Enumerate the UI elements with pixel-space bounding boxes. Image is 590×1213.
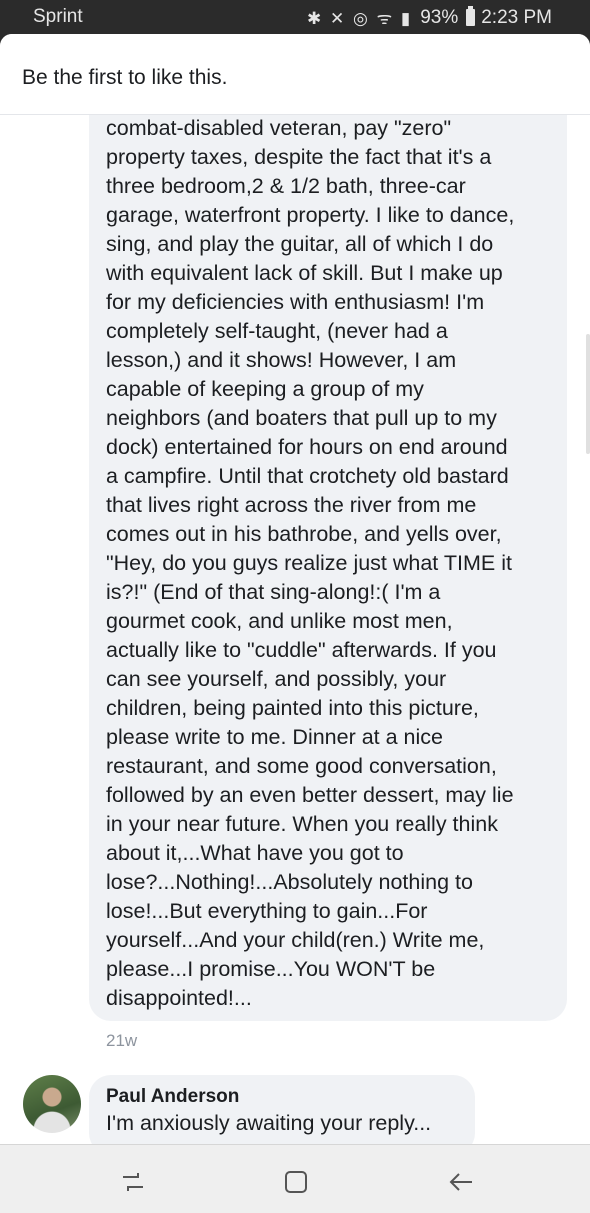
comment-line: combat-disabled veteran, pay "zero" bbox=[106, 116, 452, 140]
status-icons: ✱ ✕ ◎ ᯤ ▮ bbox=[307, 6, 412, 29]
likes-header[interactable]: Be the first to like this. bbox=[0, 34, 590, 115]
status-indicators: ✱ ✕ ◎ ᯤ ▮ 93% 2:23 PM bbox=[307, 6, 552, 29]
comment-line: capable of keeping a group of my bbox=[106, 377, 424, 401]
comment-line: yourself...And your child(ren.) Write me… bbox=[106, 928, 485, 952]
comment-line: followed by an even better dessert, may … bbox=[106, 783, 514, 807]
comment-line: can see yourself, and possibly, your bbox=[106, 667, 447, 691]
comment-line: property taxes, despite the fact that it… bbox=[106, 145, 492, 169]
comments-sheet: Be the first to like this. combat-disabl… bbox=[0, 34, 590, 1144]
comment-line: children, being painted into this pictur… bbox=[106, 696, 479, 720]
comment-line: please write to me. Dinner at a nice bbox=[106, 725, 443, 749]
comment-line: in your near future. When you really thi… bbox=[106, 812, 498, 836]
bluetooth-icon: ✱ bbox=[307, 9, 324, 28]
navigation-bar bbox=[0, 1144, 590, 1213]
scroll-indicator[interactable] bbox=[586, 334, 590, 454]
home-icon[interactable] bbox=[281, 1167, 311, 1197]
comment-line: about it,...What have you got to bbox=[106, 841, 404, 865]
comment-line: gourmet cook, and unlike most men, bbox=[106, 609, 453, 633]
alarm-icon: ◎ bbox=[353, 9, 370, 28]
carrier-name: Sprint bbox=[33, 6, 83, 27]
comment-line: comes out in his bathrobe, and yells ove… bbox=[106, 522, 502, 546]
comment-line: with equivalent lack of skill. But I mak… bbox=[106, 261, 503, 285]
comment-line: for my deficiencies with enthusiasm! I'm bbox=[106, 290, 485, 314]
comment-line: neighbors (and boaters that pull up to m… bbox=[106, 406, 497, 430]
likes-text: Be the first to like this. bbox=[22, 66, 228, 89]
comment-line: lose!...But everything to gain...For bbox=[106, 899, 428, 923]
comment-line: please...I promise...You WON'T be bbox=[106, 957, 436, 981]
comment-line: lose?...Nothing!...Absolutely nothing to bbox=[106, 870, 473, 894]
comment-line: garage, waterfront property. I like to d… bbox=[106, 203, 515, 227]
comment-line: dock) entertained for hours on end aroun… bbox=[106, 435, 508, 459]
comment-line: "Hey, do you guys realize just what TIME… bbox=[106, 551, 512, 575]
wifi-icon: ᯤ bbox=[376, 9, 395, 28]
comment-text: combat-disabled veteran, pay "zero" prope… bbox=[106, 114, 562, 1013]
back-icon[interactable] bbox=[446, 1167, 476, 1197]
avatar[interactable] bbox=[23, 1075, 81, 1133]
clock: 2:23 PM bbox=[481, 6, 552, 28]
comment-timestamp[interactable]: 21w bbox=[106, 1031, 137, 1051]
comment-line: is?!" (End of that sing-along!:( I'm a bbox=[106, 580, 441, 604]
signal-icon: ▮ bbox=[400, 9, 413, 28]
comment-line: sing, and play the guitar, all of which … bbox=[106, 232, 494, 256]
battery-icon bbox=[466, 6, 476, 26]
reply-author[interactable]: Paul Anderson bbox=[106, 1086, 239, 1108]
comment-line: a campfire. Until that crotchety old bas… bbox=[106, 464, 509, 488]
status-bar: Sprint ✱ ✕ ◎ ᯤ ▮ 93% 2:23 PM bbox=[0, 0, 590, 34]
comment-line: completely self-taught, (never had a bbox=[106, 319, 448, 343]
comment-line: disappointed!... bbox=[106, 986, 252, 1010]
reply-text: I'm anxiously awaiting your reply... bbox=[106, 1111, 432, 1135]
recent-apps-icon[interactable] bbox=[118, 1167, 148, 1197]
comment-line: actually like to "cuddle" afterwards. If… bbox=[106, 638, 497, 662]
mute-icon: ✕ bbox=[330, 9, 347, 28]
comment-line: lesson,) and it shows! However, I am bbox=[106, 348, 457, 372]
battery-percent: 93% bbox=[420, 6, 459, 28]
comment-line: that lives right across the river from m… bbox=[106, 493, 477, 517]
comment-line: restaurant, and some good conversation, bbox=[106, 754, 497, 778]
comment-line: three bedroom,2 & 1/2 bath, three-car bbox=[106, 174, 466, 198]
